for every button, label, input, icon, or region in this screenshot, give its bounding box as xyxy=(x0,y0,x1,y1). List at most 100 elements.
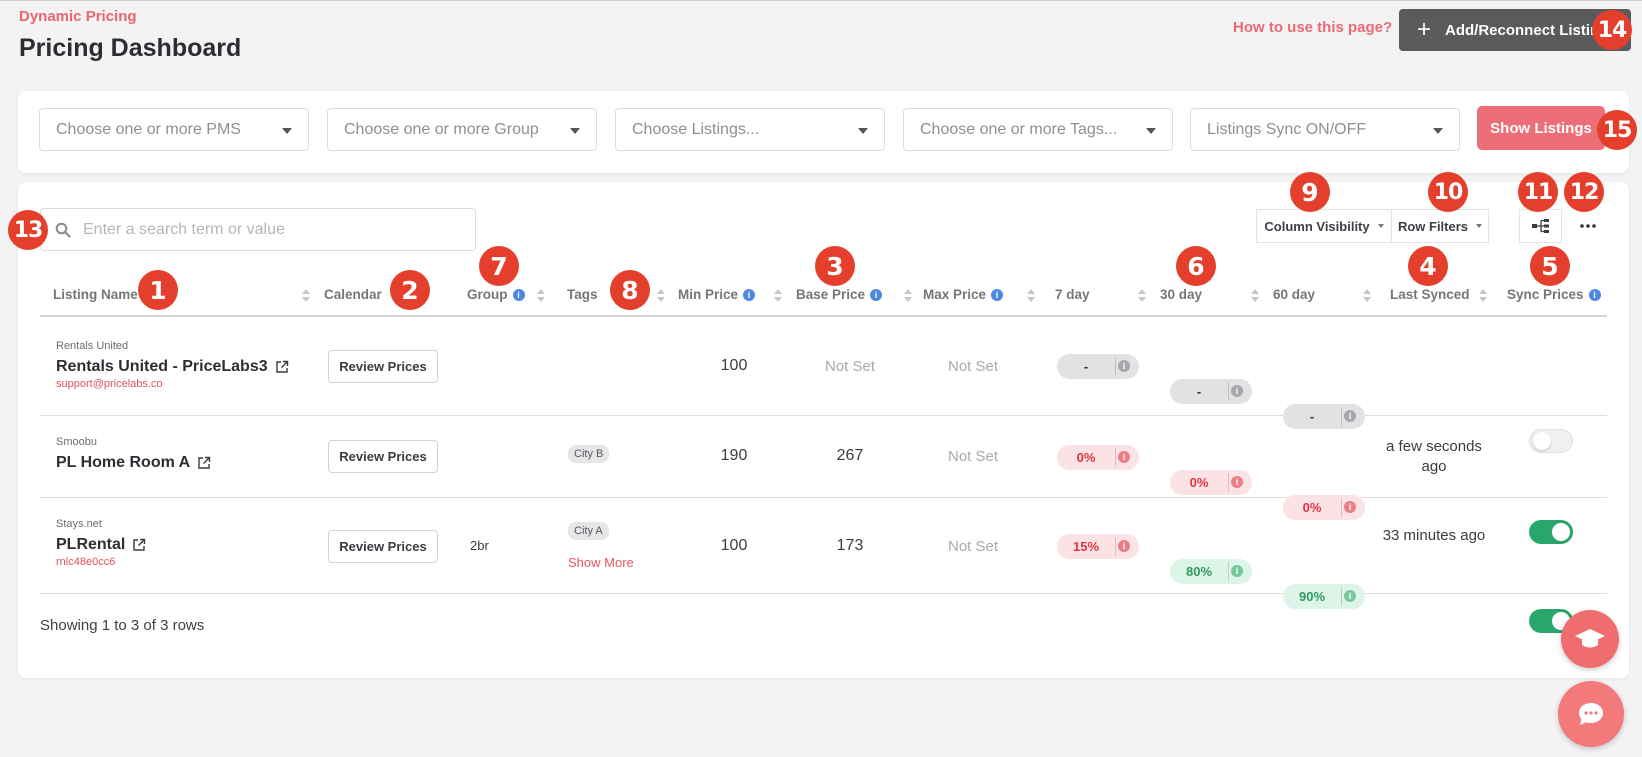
7-day-value: 0% xyxy=(1076,450,1096,465)
top-border xyxy=(0,0,1642,1)
chevron-down-icon xyxy=(858,128,868,134)
listing-name-link[interactable]: PL Home Room A xyxy=(56,454,211,472)
tags-select-placeholder: Choose one or more Tags... xyxy=(920,120,1118,138)
annotation-marker-12: 12 xyxy=(1564,172,1604,212)
external-link-icon[interactable] xyxy=(275,360,289,374)
pms-name: Rentals United xyxy=(56,340,129,352)
listing-name: PL Home Room A xyxy=(56,454,191,471)
chat-button[interactable] xyxy=(1558,681,1624,747)
annotation-marker-7: 7 xyxy=(479,246,519,286)
page-title: Pricing Dashboard xyxy=(19,34,242,62)
sync-select[interactable]: Listings Sync ON/OFF xyxy=(1190,108,1460,151)
info-icon[interactable]: i xyxy=(1344,590,1356,602)
column-header-tags[interactable]: Tags xyxy=(567,274,598,315)
sort-icon[interactable] xyxy=(302,289,310,303)
column-header-calendar: Calendar xyxy=(324,287,382,302)
pms-name: Smoobu xyxy=(56,436,97,448)
column-header-min-price[interactable]: Min Price i xyxy=(678,274,756,315)
review-prices-button[interactable]: Review Prices xyxy=(328,530,438,563)
column-header-max-price[interactable]: Max Price i xyxy=(923,274,1004,315)
annotation-marker-9: 9 xyxy=(1290,172,1330,212)
listing-name-link[interactable]: PLRental xyxy=(56,536,146,554)
base-price-header-label: Base Price xyxy=(796,287,866,302)
show-listings-button[interactable]: Show Listings xyxy=(1477,106,1605,150)
caret-down-icon xyxy=(1476,224,1483,228)
30-day-occupancy-pill: 0% i xyxy=(1170,470,1252,495)
sort-icon[interactable] xyxy=(1027,289,1035,303)
annotation-marker-6: 6 xyxy=(1176,246,1216,286)
plus-icon: + xyxy=(1417,16,1432,43)
chevron-down-icon xyxy=(282,128,292,134)
sort-icon[interactable] xyxy=(904,289,912,303)
show-more-link[interactable]: Show More xyxy=(568,555,634,570)
column-visibility-label: Column Visibility xyxy=(1264,218,1370,234)
listing-name: Rentals United - PriceLabs3 xyxy=(56,358,268,375)
info-icon[interactable]: i xyxy=(1118,540,1130,552)
info-icon[interactable]: i xyxy=(1231,476,1243,488)
info-icon[interactable]: i xyxy=(870,288,883,301)
chevron-down-icon xyxy=(570,128,580,134)
info-icon[interactable]: i xyxy=(1231,385,1243,397)
info-icon[interactable]: i xyxy=(743,288,756,301)
review-prices-button[interactable]: Review Prices xyxy=(328,440,438,473)
row-filters-label: Row Filters xyxy=(1397,218,1469,234)
external-link-icon[interactable] xyxy=(197,456,211,470)
annotation-marker-15: 15 xyxy=(1597,110,1637,150)
30-day-value: 80% xyxy=(1185,564,1213,579)
row-filters-button[interactable]: Row Filters xyxy=(1391,209,1489,243)
min-price-header-label: Min Price xyxy=(678,287,739,302)
annotation-marker-8: 8 xyxy=(610,270,650,310)
info-icon[interactable]: i xyxy=(1588,288,1601,301)
60-day-value: 90% xyxy=(1298,589,1326,604)
column-header-60-day[interactable]: 60 day xyxy=(1273,274,1315,315)
last-synced-value: a few seconds ago xyxy=(1386,438,1482,475)
base-price-value: Not Set xyxy=(824,358,876,375)
sort-icon[interactable] xyxy=(1363,289,1371,303)
more-options-button[interactable] xyxy=(1572,209,1604,243)
30-day-occupancy-pill: 80% i xyxy=(1170,559,1252,584)
tag-chip[interactable]: City B xyxy=(568,445,610,463)
group-select[interactable]: Choose one or more Group xyxy=(327,108,597,151)
review-prices-button[interactable]: Review Prices xyxy=(328,350,438,383)
annotation-marker-1: 1 xyxy=(138,270,178,310)
help-link[interactable]: How to use this page? xyxy=(1233,19,1392,36)
sort-icon[interactable] xyxy=(774,289,782,303)
sort-icon[interactable] xyxy=(657,289,665,303)
base-price-value: 267 xyxy=(836,447,864,464)
info-icon[interactable]: i xyxy=(1118,360,1130,372)
max-price-value: Not Set xyxy=(947,358,999,375)
search-input[interactable] xyxy=(83,220,443,239)
tags-select[interactable]: Choose one or more Tags... xyxy=(903,108,1173,151)
listing-name-link[interactable]: Rentals United - PriceLabs3 xyxy=(56,358,289,376)
external-link-icon[interactable] xyxy=(132,538,146,552)
sort-icon[interactable] xyxy=(1251,289,1259,303)
max-price-header-label: Max Price xyxy=(923,287,987,302)
7-day-occupancy-pill: 15% i xyxy=(1057,534,1139,559)
sync-prices-header-label: Sync Prices xyxy=(1507,287,1584,302)
column-header-listing-name[interactable]: Listing Name xyxy=(53,274,138,315)
hierarchy-view-button[interactable] xyxy=(1519,209,1562,243)
group-select-placeholder: Choose one or more Group xyxy=(344,120,539,138)
sort-icon[interactable] xyxy=(1138,289,1146,303)
column-header-7-day[interactable]: 7 day xyxy=(1055,274,1090,315)
breadcrumb[interactable]: Dynamic Pricing xyxy=(19,8,137,25)
sync-select-placeholder: Listings Sync ON/OFF xyxy=(1207,120,1367,138)
column-visibility-button[interactable]: Column Visibility xyxy=(1256,209,1392,243)
tag-chip[interactable]: City A xyxy=(568,522,609,540)
sort-icon[interactable] xyxy=(537,289,545,303)
info-icon[interactable]: i xyxy=(512,288,525,301)
info-icon[interactable]: i xyxy=(1231,565,1243,577)
7-day-value: 15% xyxy=(1072,539,1100,554)
search-box[interactable] xyxy=(40,208,476,251)
info-icon[interactable]: i xyxy=(1118,451,1130,463)
pms-select[interactable]: Choose one or more PMS xyxy=(39,108,309,151)
info-icon[interactable]: i xyxy=(991,288,1004,301)
listings-select[interactable]: Choose Listings... xyxy=(615,108,885,151)
annotation-marker-14: 14 xyxy=(1592,10,1632,50)
academy-button[interactable] xyxy=(1561,610,1619,668)
annotation-marker-2: 2 xyxy=(390,270,430,310)
annotation-marker-11: 11 xyxy=(1518,172,1558,212)
pms-name: Stays.net xyxy=(56,518,102,530)
annotation-marker-4: 4 xyxy=(1408,246,1448,286)
sort-icon[interactable] xyxy=(1479,289,1487,303)
